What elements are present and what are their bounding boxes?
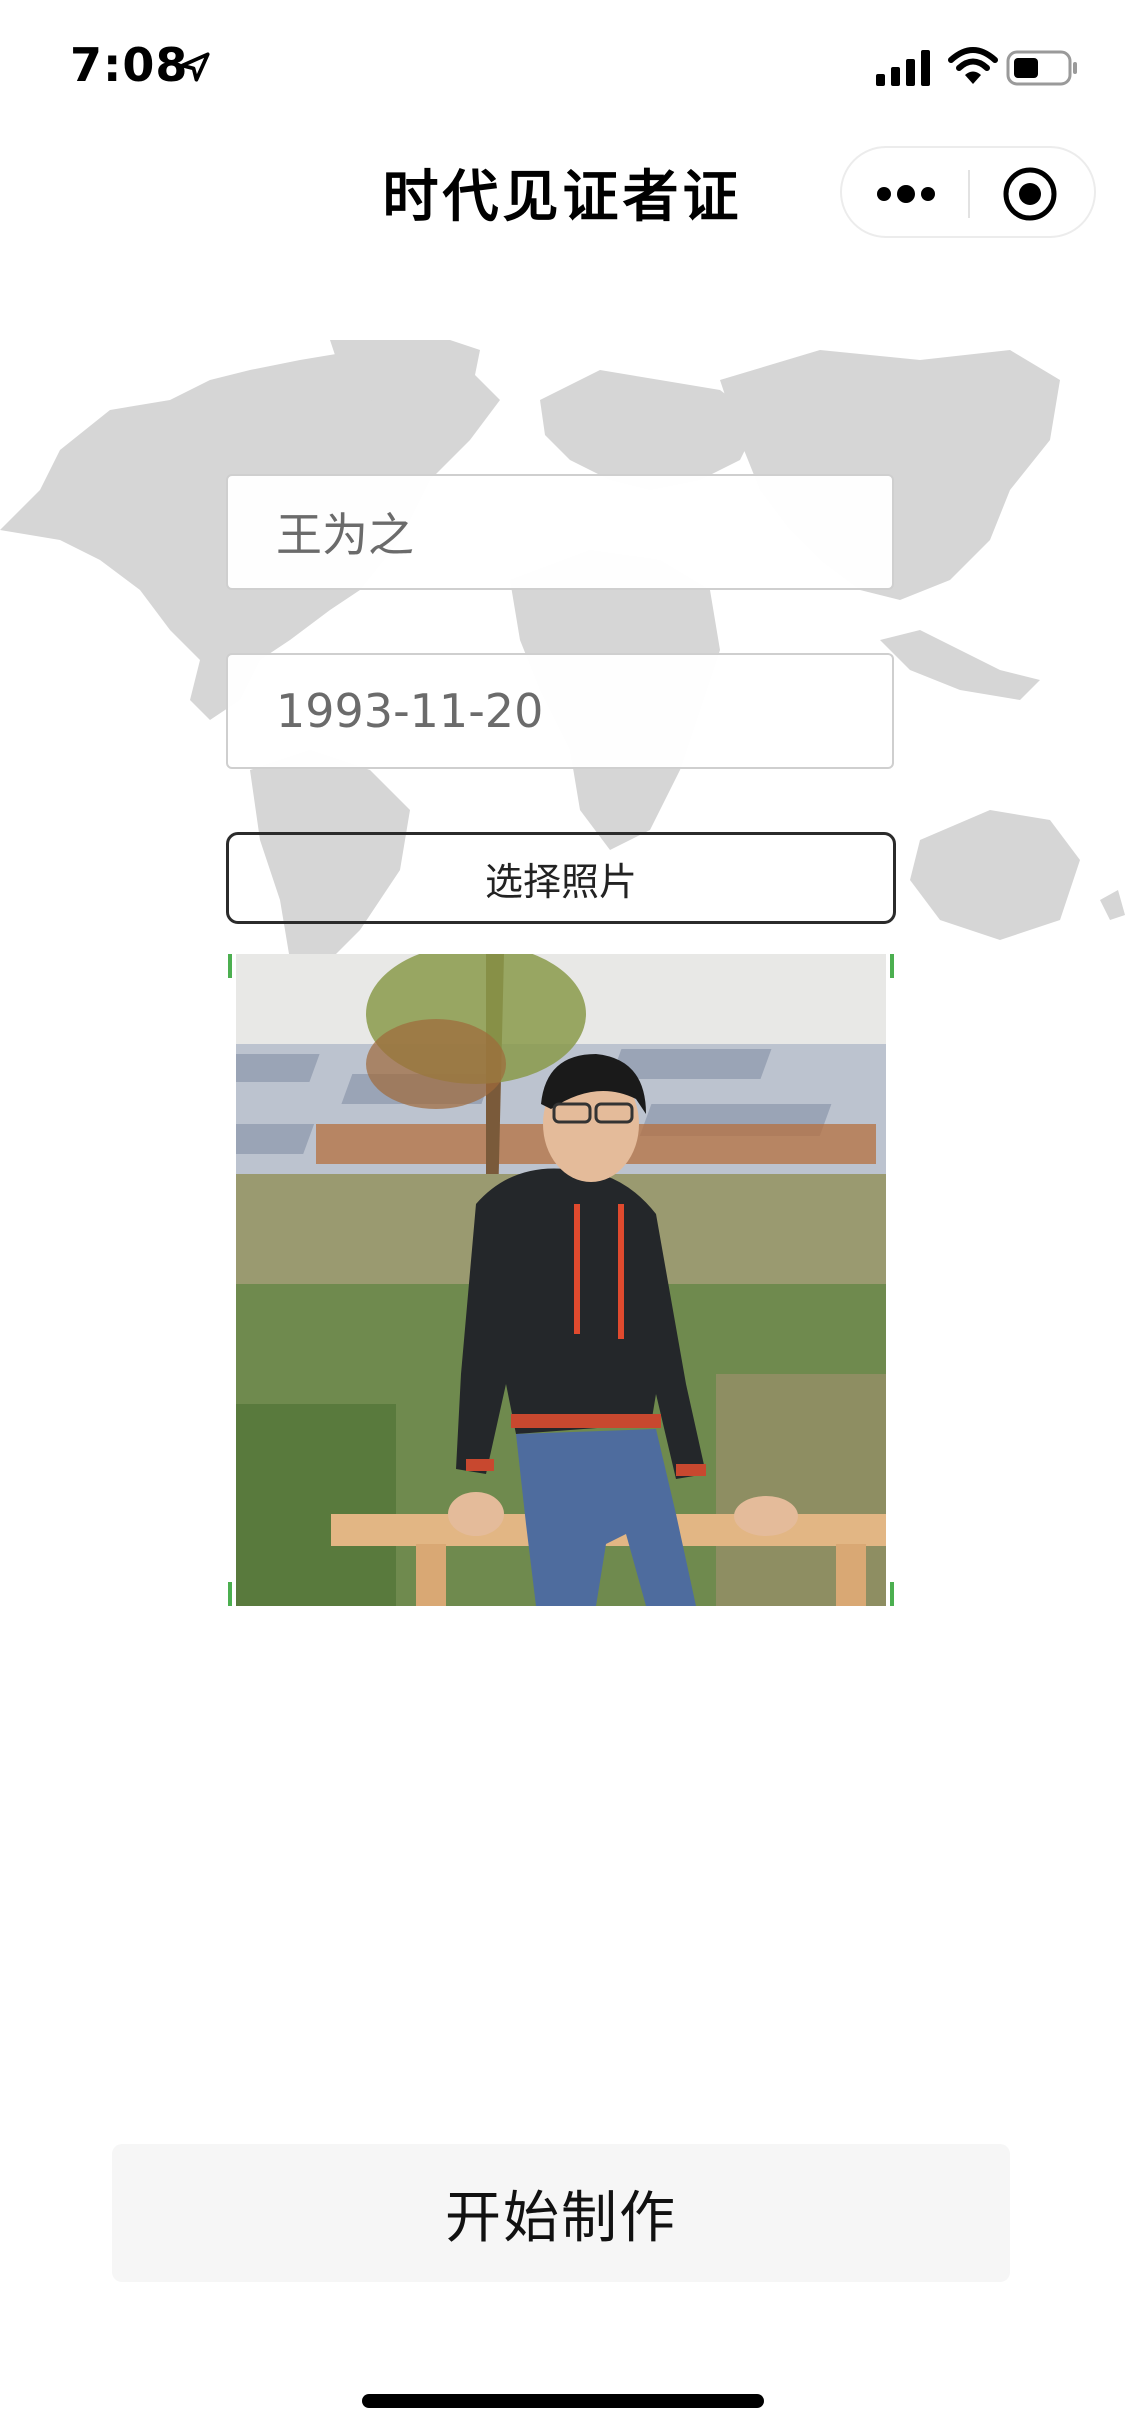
crop-corner-top-left <box>228 954 232 978</box>
wifi-icon <box>948 47 998 84</box>
signal-bars-icon <box>876 50 930 86</box>
more-dots-icon[interactable] <box>874 176 938 212</box>
name-field-value: 王为之 <box>276 508 414 562</box>
crop-corner-top-right <box>890 954 894 978</box>
location-arrow-icon <box>180 52 210 82</box>
crop-corner-bottom-left <box>228 1582 232 1606</box>
crop-corner-bottom-right <box>890 1582 894 1606</box>
mini-program-capsule <box>840 146 1096 238</box>
close-target-icon[interactable] <box>1002 166 1058 222</box>
home-indicator[interactable] <box>362 2394 764 2408</box>
status-time: 7:08 <box>70 38 189 92</box>
photo-preview[interactable] <box>228 954 894 1606</box>
start-making-button[interactable]: 开始制作 <box>112 2144 1010 2282</box>
photo-image <box>236 954 886 1606</box>
choose-photo-button[interactable]: 选择照片 <box>226 832 896 924</box>
capsule-divider <box>968 170 970 218</box>
birthdate-field[interactable]: 1993-11-20 <box>226 653 894 769</box>
status-bar: 7:08 <box>0 0 1125 132</box>
birthdate-field-value: 1993-11-20 <box>276 684 544 738</box>
battery-icon <box>1006 50 1077 86</box>
selected-photo <box>236 954 886 1606</box>
name-field[interactable]: 王为之 <box>226 474 894 590</box>
